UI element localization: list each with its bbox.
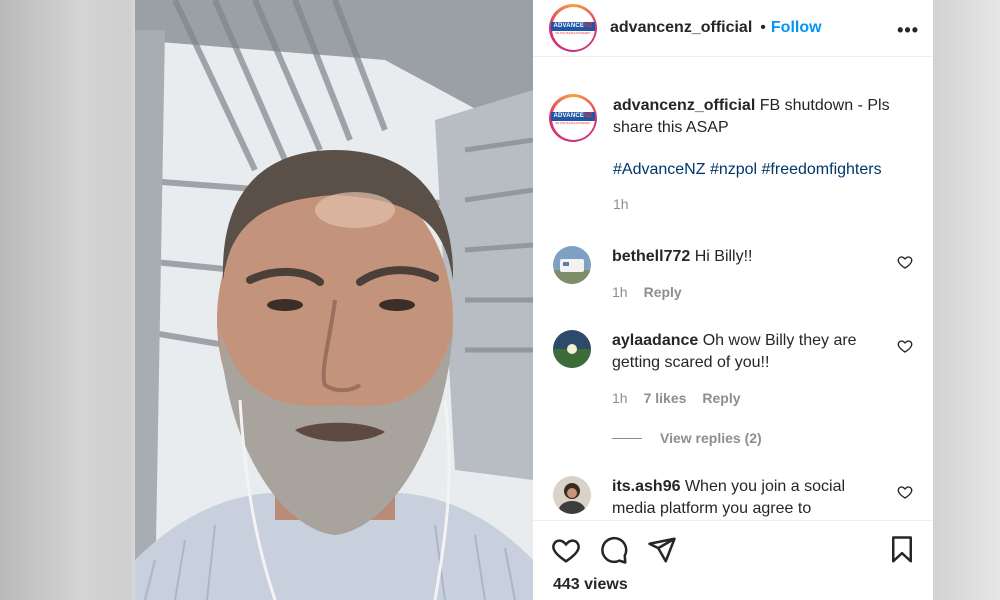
comment-icon[interactable] [599,535,629,565]
caption-hashtags[interactable]: #AdvanceNZ #nzpol #freedomfighters [613,159,913,181]
view-replies-button[interactable]: View replies (2) [612,430,762,446]
logo-mark: ADVANCENZ [551,111,595,121]
caption-time: 1h [613,196,629,212]
comment-meta: 1h 7 likes Reply [612,387,880,409]
heart-icon[interactable] [897,254,913,270]
comment-text: Hi Billy!! [694,248,753,265]
commenter-avatar[interactable] [553,476,591,514]
logo-subtext: WE THE PEOPLE MOVEMENT [555,31,591,35]
video-frame-image [135,0,533,600]
paper-plane-icon[interactable] [647,535,677,565]
views-count: 443 views [553,576,628,593]
logo-subtext: WE THE PEOPLE MOVEMENT [555,121,591,125]
profile-avatar[interactable]: ADVANCENZ WE THE PEOPLE MOVEMENT [549,4,597,52]
follow-button[interactable]: Follow [771,19,822,37]
comment-body: bethell772 Hi Billy!! 1h Reply [612,246,880,303]
header-username[interactable]: advancenz_official [610,19,752,37]
replies-divider [612,437,642,439]
comment-username[interactable]: bethell772 [612,248,690,265]
logo-mark: ADVANCENZ [551,21,595,31]
avatar-image [553,476,591,514]
view-replies-label: View replies (2) [660,430,762,446]
comment-meta: 1h Reply [612,281,880,303]
separator-dot: • [760,19,766,36]
caption-username[interactable]: advancenz_official [613,97,755,114]
reply-button[interactable]: Reply [644,281,682,303]
more-options-icon[interactable]: ••• [897,20,919,41]
post-side-panel: ADVANCENZ WE THE PEOPLE MOVEMENT advance… [533,0,933,600]
comment-username[interactable]: its.ash96 [612,478,680,495]
post-actions-bar: 443 views [533,520,933,600]
comment-time: 1h [612,284,628,300]
comments-list[interactable]: ADVANCENZ WE THE PEOPLE MOVEMENT advance… [533,58,933,520]
caption-meta: 1h [613,193,913,215]
post-video[interactable] [135,0,533,600]
reply-button[interactable]: Reply [702,387,740,409]
commenter-avatar[interactable] [553,246,591,284]
advancenz-logo: ADVANCENZ WE THE PEOPLE MOVEMENT [551,6,595,50]
comment-time: 1h [612,390,628,406]
caption-body: advancenz_official FB shutdown - Pls sha… [613,95,913,215]
bookmark-icon[interactable] [887,535,917,565]
heart-icon[interactable] [551,535,581,565]
avatar-image [553,246,591,284]
comment-body: aylaadance Oh wow Billy they are getting… [612,330,880,409]
post-header: ADVANCENZ WE THE PEOPLE MOVEMENT advance… [533,0,933,57]
advancenz-logo: ADVANCENZ WE THE PEOPLE MOVEMENT [551,96,595,140]
heart-icon[interactable] [897,484,913,500]
caption-avatar[interactable]: ADVANCENZ WE THE PEOPLE MOVEMENT [549,94,597,142]
likes-count[interactable]: 7 likes [644,387,687,409]
commenter-avatar[interactable] [553,330,591,368]
heart-icon[interactable] [897,338,913,354]
comment-username[interactable]: aylaadance [612,332,698,349]
avatar-image [553,330,591,368]
comment-body: its.ash96 When you join a social media p… [612,476,880,520]
